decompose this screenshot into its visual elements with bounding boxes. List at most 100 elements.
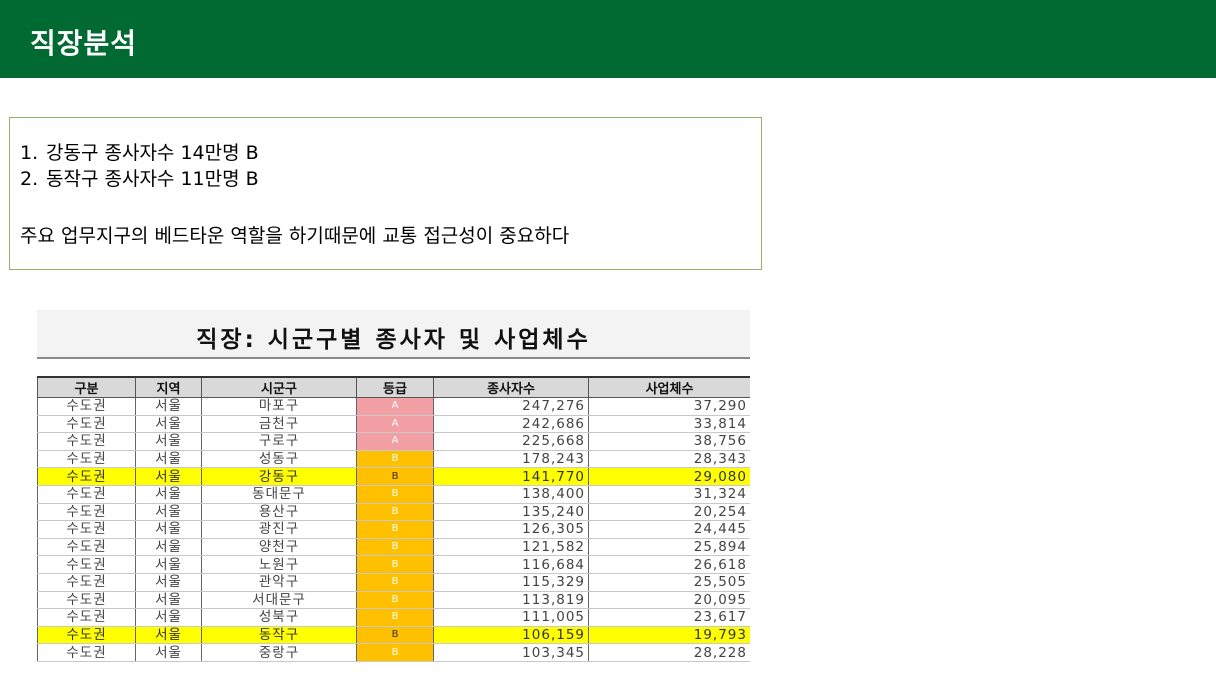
cell-workers: 103,345 <box>433 643 589 662</box>
cell-region-group: 수도권 <box>37 573 136 592</box>
cell-workers: 113,819 <box>433 591 589 610</box>
cell-region-group: 수도권 <box>37 608 136 627</box>
cell-grade: B <box>356 573 434 592</box>
cell-region-group: 수도권 <box>37 503 136 522</box>
summary-item: 2. 동작구 종사자수 11만명 B <box>20 166 259 192</box>
table-row: 수도권 서울 용산구 B 135,240 20,254 <box>37 503 750 522</box>
summary-note: 주요 업무지구의 베드타운 역할을 하기때문에 교통 접근성이 중요하다 <box>20 225 570 247</box>
cell-region: 서울 <box>135 643 202 662</box>
summary-item-number: 1. <box>20 142 39 164</box>
cell-grade: B <box>356 538 434 557</box>
cell-region-group: 수도권 <box>37 485 136 504</box>
cell-workers: 121,582 <box>433 538 589 557</box>
cell-workers: 126,305 <box>433 520 589 539</box>
cell-district: 성동구 <box>201 450 357 469</box>
cell-region: 서울 <box>135 538 202 557</box>
cell-workers: 247,276 <box>433 397 589 416</box>
cell-region: 서울 <box>135 555 202 574</box>
cell-businesses: 28,228 <box>588 643 750 662</box>
cell-businesses: 37,290 <box>588 397 750 416</box>
cell-region-group: 수도권 <box>37 467 136 486</box>
column-header-region: 지역 <box>135 376 202 398</box>
cell-grade: B <box>356 520 434 539</box>
cell-district: 서대문구 <box>201 591 357 610</box>
cell-district: 노원구 <box>201 555 357 574</box>
table-row: 수도권 서울 관악구 B 115,329 25,505 <box>37 573 750 592</box>
summary-item-text: 동작구 종사자수 11만명 B <box>46 168 259 190</box>
cell-grade: B <box>356 485 434 504</box>
column-header-district: 시군구 <box>201 376 357 398</box>
cell-district: 관악구 <box>201 573 357 592</box>
cell-grade: B <box>356 467 434 486</box>
column-header-grade: 등급 <box>356 376 434 398</box>
summary-item-text: 강동구 종사자수 14만명 B <box>46 142 259 164</box>
column-header-region-group: 구분 <box>37 376 136 398</box>
cell-businesses: 20,254 <box>588 503 750 522</box>
cell-grade: A <box>356 432 434 451</box>
table-row: 수도권 서울 노원구 B 116,684 26,618 <box>37 555 750 574</box>
cell-district: 성북구 <box>201 608 357 627</box>
cell-businesses: 20,095 <box>588 591 750 610</box>
table-title: 직장: 시군구별 종사자 및 사업체수 <box>196 327 591 353</box>
cell-district: 광진구 <box>201 520 357 539</box>
summary-list: 1. 강동구 종사자수 14만명 B 2. 동작구 종사자수 11만명 B <box>20 140 259 192</box>
cell-grade: B <box>356 555 434 574</box>
cell-businesses: 24,445 <box>588 520 750 539</box>
cell-grade: A <box>356 415 434 434</box>
cell-district: 용산구 <box>201 503 357 522</box>
table-row: 수도권 서울 금천구 A 242,686 33,814 <box>37 415 750 434</box>
cell-region-group: 수도권 <box>37 643 136 662</box>
workers-table: 구분 지역 시군구 등급 종사자수 사업체수 수도권 서울 마포구 A 247,276 3… <box>37 376 750 662</box>
cell-businesses: 28,343 <box>588 450 750 469</box>
cell-workers: 141,770 <box>433 467 589 486</box>
table-row: 수도권 서울 성북구 B 111,005 23,617 <box>37 608 750 627</box>
cell-businesses: 33,814 <box>588 415 750 434</box>
summary-box: 1. 강동구 종사자수 14만명 B 2. 동작구 종사자수 11만명 B 주요 업… <box>9 117 762 270</box>
cell-workers: 178,243 <box>433 450 589 469</box>
cell-grade: B <box>356 450 434 469</box>
table-row: 수도권 서울 서대문구 B 113,819 20,095 <box>37 591 750 610</box>
cell-businesses: 38,756 <box>588 432 750 451</box>
cell-businesses: 23,617 <box>588 608 750 627</box>
table-row: 수도권 서울 동작구 B 106,159 19,793 <box>37 626 750 645</box>
cell-grade: B <box>356 591 434 610</box>
cell-region-group: 수도권 <box>37 450 136 469</box>
cell-district: 동대문구 <box>201 485 357 504</box>
cell-workers: 106,159 <box>433 626 589 645</box>
cell-region: 서울 <box>135 397 202 416</box>
cell-businesses: 19,793 <box>588 626 750 645</box>
cell-region-group: 수도권 <box>37 397 136 416</box>
table-figure: 직장: 시군구별 종사자 및 사업체수 구분 지역 시군구 등급 종사자수 사업… <box>37 310 750 666</box>
column-header-businesses: 사업체수 <box>588 376 750 398</box>
cell-district: 중랑구 <box>201 643 357 662</box>
column-header-workers: 종사자수 <box>433 376 589 398</box>
cell-workers: 138,400 <box>433 485 589 504</box>
table-row: 수도권 서울 구로구 A 225,668 38,756 <box>37 432 750 451</box>
cell-district: 마포구 <box>201 397 357 416</box>
cell-workers: 116,684 <box>433 555 589 574</box>
cell-grade: B <box>356 626 434 645</box>
cell-workers: 242,686 <box>433 415 589 434</box>
cell-grade: B <box>356 643 434 662</box>
cell-businesses: 31,324 <box>588 485 750 504</box>
cell-region: 서울 <box>135 591 202 610</box>
table-title-band: 직장: 시군구별 종사자 및 사업체수 <box>37 310 750 359</box>
cell-region: 서울 <box>135 626 202 645</box>
cell-region: 서울 <box>135 520 202 539</box>
cell-workers: 115,329 <box>433 573 589 592</box>
cell-workers: 111,005 <box>433 608 589 627</box>
cell-region-group: 수도권 <box>37 626 136 645</box>
cell-businesses: 25,894 <box>588 538 750 557</box>
cell-grade: B <box>356 503 434 522</box>
cell-region: 서울 <box>135 485 202 504</box>
cell-district: 동작구 <box>201 626 357 645</box>
cell-region: 서울 <box>135 450 202 469</box>
cell-region-group: 수도권 <box>37 415 136 434</box>
cell-district: 구로구 <box>201 432 357 451</box>
cell-region: 서울 <box>135 608 202 627</box>
cell-grade: A <box>356 397 434 416</box>
table-row: 수도권 서울 광진구 B 126,305 24,445 <box>37 520 750 539</box>
table-row: 수도권 서울 양천구 B 121,582 25,894 <box>37 538 750 557</box>
cell-region-group: 수도권 <box>37 538 136 557</box>
table-body: 수도권 서울 마포구 A 247,276 37,290 수도권 서울 금천구 A 242,686 33… <box>37 397 750 662</box>
